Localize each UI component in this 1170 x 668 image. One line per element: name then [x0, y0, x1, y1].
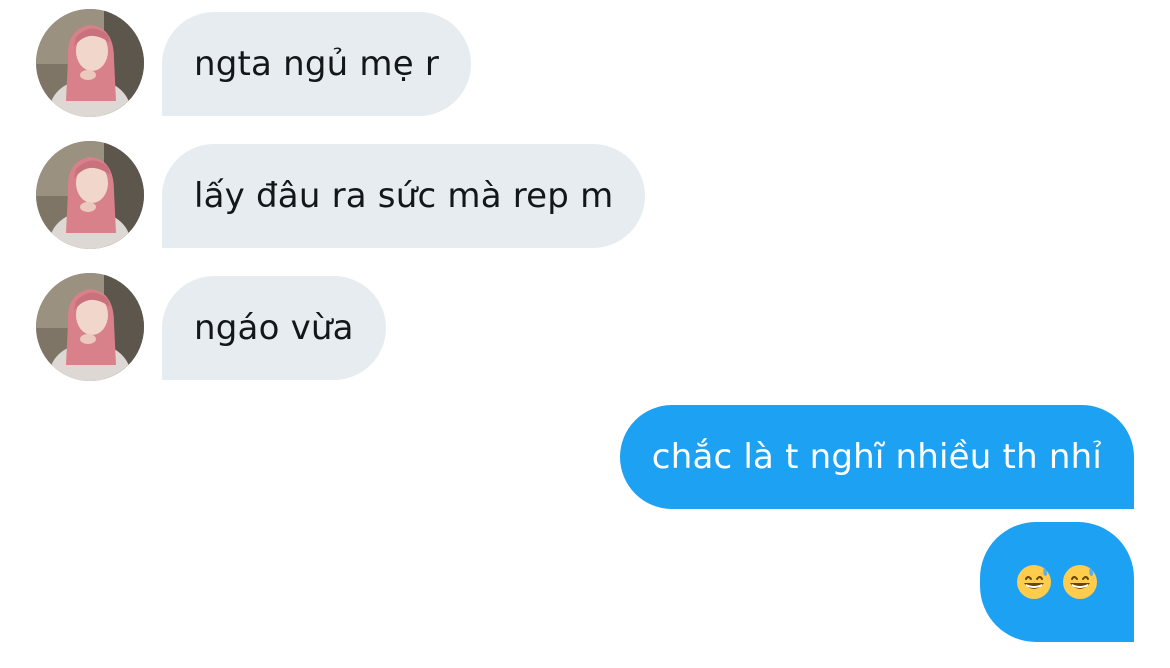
avatar[interactable] [36, 141, 144, 249]
avatar-image [36, 273, 144, 381]
message-text: lấy đâu ra sức mà rep m [194, 176, 614, 216]
grinning-face-with-sweat-icon [1017, 565, 1051, 599]
avatar-image [36, 141, 144, 249]
incoming-message-bubble[interactable]: ngáo vừa [162, 276, 386, 380]
incoming-message-bubble[interactable]: ngta ngủ mẹ r [162, 12, 472, 116]
message-text: ngta ngủ mẹ r [194, 44, 440, 84]
message-text: ngáo vừa [194, 308, 354, 348]
avatar[interactable] [36, 9, 144, 117]
incoming-message-bubble[interactable]: lấy đâu ra sức mà rep m [162, 144, 646, 248]
grinning-face-with-sweat-icon [1063, 565, 1097, 599]
outgoing-message-bubble[interactable] [980, 522, 1134, 642]
message-text [1016, 564, 1098, 600]
avatar-image [36, 9, 144, 117]
message-text: chắc là t nghĩ nhiều th nhỉ [651, 437, 1102, 477]
avatar[interactable] [36, 273, 144, 381]
outgoing-message-bubble[interactable]: chắc là t nghĩ nhiều th nhỉ [619, 405, 1134, 509]
